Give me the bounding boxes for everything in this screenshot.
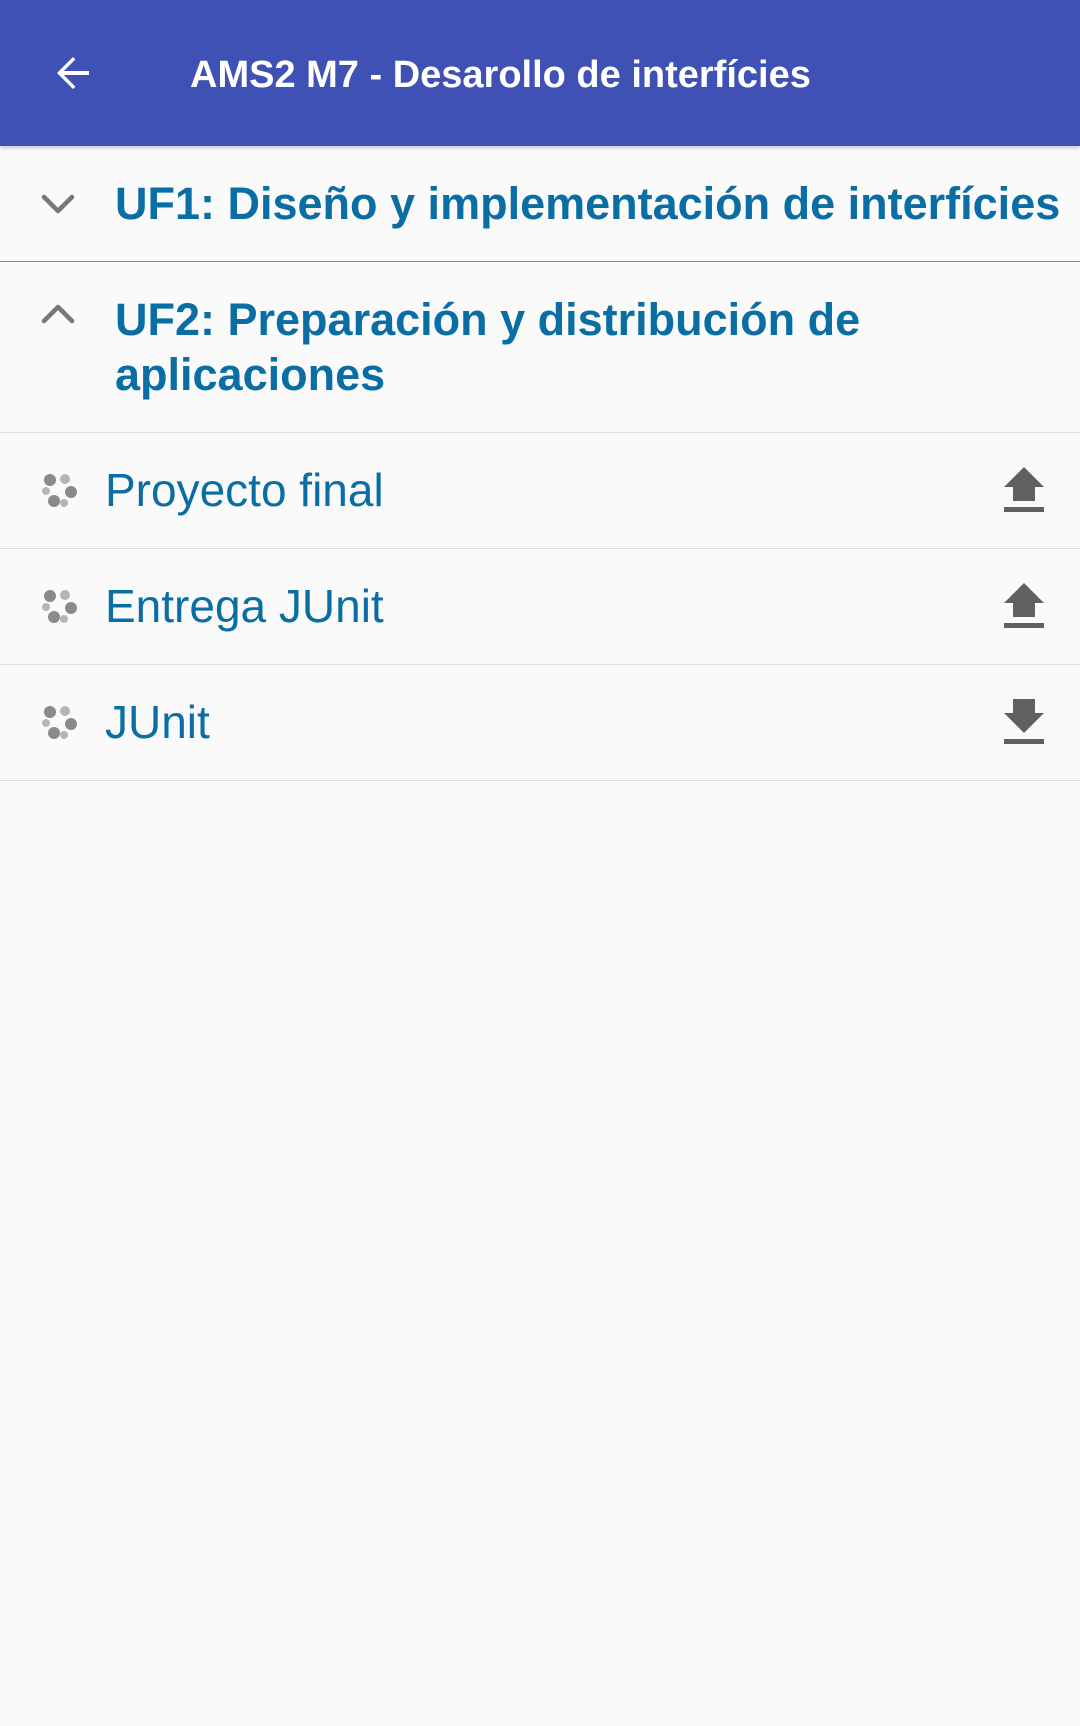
activity-icon [42,706,77,739]
chevron-down-icon [41,194,75,214]
list-item-entrega-junit[interactable]: Entrega JUnit [0,549,1080,665]
list-item-label: Proyecto final [105,464,384,516]
section-title-uf2: UF2: Preparación y distribución de aplic… [115,294,861,400]
list-item-junit[interactable]: JUnit [0,665,1080,781]
list-item-label: Entrega JUnit [105,580,384,632]
back-button[interactable] [33,33,113,113]
upload-icon[interactable] [996,579,1052,635]
arrow-back-icon [57,57,89,89]
list-item-label: JUnit [105,696,210,748]
list-item-proyecto-final[interactable]: Proyecto final [0,433,1080,549]
activity-icon [42,590,77,623]
chevron-up-icon [41,304,75,324]
activity-icon [42,474,77,507]
upload-icon[interactable] [996,463,1052,519]
section-uf1[interactable]: UF1: Diseño y implementación de interfíc… [0,146,1080,262]
download-icon[interactable] [996,695,1052,751]
page-title: AMS2 M7 - Desarollo de interfícies [190,54,811,96]
section-uf2[interactable]: UF2: Preparación y distribución de aplic… [0,262,1080,433]
section-title-uf1: UF1: Diseño y implementación de interfíc… [115,178,1061,229]
app-bar: AMS2 M7 - Desarollo de interfícies [0,0,1080,146]
